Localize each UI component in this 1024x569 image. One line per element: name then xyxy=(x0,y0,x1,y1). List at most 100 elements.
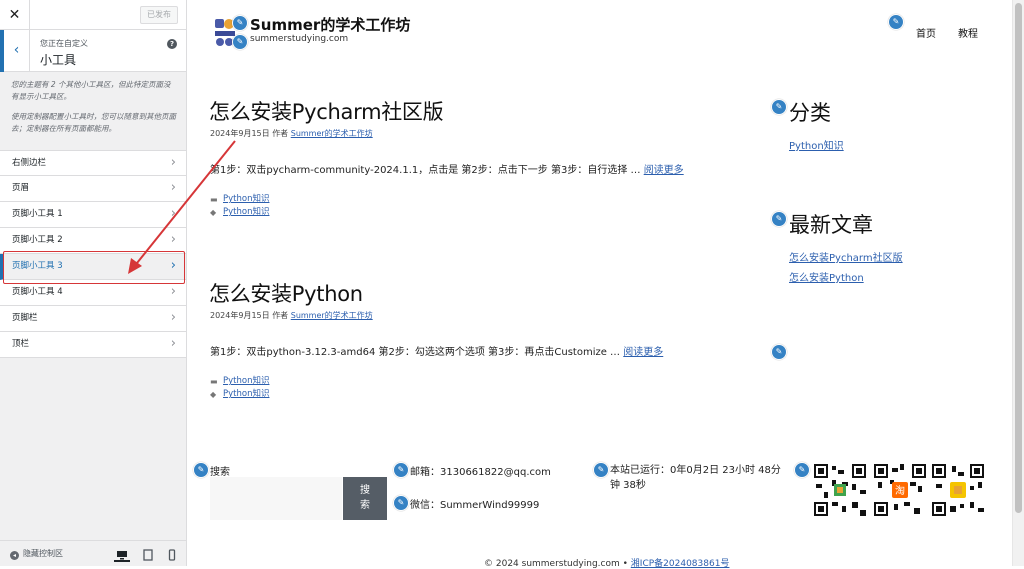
edit-shortcut-icon[interactable]: ✎ xyxy=(232,34,248,50)
edit-shortcut-icon[interactable]: ✎ xyxy=(593,462,609,478)
site-description: summerstudying.com xyxy=(250,34,349,44)
widget-area-label: 页脚小工具 1 xyxy=(12,209,63,219)
byline-label: 作者 xyxy=(272,311,289,320)
read-more-link[interactable]: 阅读更多 xyxy=(623,347,663,358)
preview-scrollbar[interactable] xyxy=(1012,0,1024,566)
widgets-description: 您的主题有 2 个其他小工具区，但此特定页面没有显示小工具区。 使用定制器配置小… xyxy=(0,72,186,134)
copyright: © 2024 summerstudying.com • 湘ICP备2024083… xyxy=(484,556,729,569)
customizer-footer: ◂ 隐藏控制区 xyxy=(0,540,186,566)
category-link[interactable]: Python知识 xyxy=(223,194,269,204)
site-title[interactable]: Summer的学术工作坊 xyxy=(250,14,410,35)
post-meta: 2024年9月15日 作者 Summer的学术工作坊 xyxy=(210,128,373,139)
taobao-qr-code: 淘 xyxy=(872,462,928,518)
site-uptime: 本站已运行：0年0月2日 23小时 48分钟 38秒 xyxy=(610,465,781,491)
customizer-panel: ✕ 已发布 ‹ 您正在自定义 小工具 ? 您的主题有 2 个其他小工具区，但此特… xyxy=(0,0,187,566)
widget-area-footer-bar[interactable]: 页脚栏 › xyxy=(0,306,186,332)
widget-area-header[interactable]: 页眉 › xyxy=(0,176,186,202)
category-link[interactable]: Python知识 xyxy=(223,376,269,386)
edit-shortcut-icon[interactable]: ✎ xyxy=(771,344,787,360)
site-preview: ✎ ✎ Summer的学术工作坊 summerstudying.com ✎ 首页… xyxy=(187,0,1024,569)
edit-shortcut-icon[interactable]: ✎ xyxy=(888,14,904,30)
search-button-label: 搜索 xyxy=(360,485,370,511)
edit-shortcut-icon[interactable]: ✎ xyxy=(393,495,409,511)
byline-label: 作者 xyxy=(272,129,289,138)
folder-icon: ▬ xyxy=(210,195,218,204)
scrollbar-thumb[interactable] xyxy=(1015,3,1022,513)
wechat-text: 微信：SummerWind99999 xyxy=(410,500,540,511)
post-taxonomy: ▬ Python知识 ◆ Python知识 xyxy=(210,193,269,219)
read-more-link[interactable]: 阅读更多 xyxy=(644,165,684,176)
post-date[interactable]: 2024年9月15日 xyxy=(210,311,270,320)
post-meta: 2024年9月15日 作者 Summer的学术工作坊 xyxy=(210,310,373,321)
recent-post-link[interactable]: 怎么安装Pycharm社区版 xyxy=(789,249,903,264)
nav-item-home[interactable]: 首页 xyxy=(916,25,936,40)
close-icon[interactable]: ✕ xyxy=(0,0,30,30)
collapse-icon: ◂ xyxy=(10,551,19,560)
recent-post-link[interactable]: 怎么安装Python xyxy=(789,269,864,284)
svg-text:淘: 淘 xyxy=(895,484,905,497)
widget-area-label: 页脚小工具 2 xyxy=(12,235,63,245)
search-input[interactable] xyxy=(210,477,342,520)
widget-area-label: 页眉 xyxy=(12,183,30,193)
copyright-text: © 2024 summerstudying.com • xyxy=(484,559,628,569)
highlight-annotation-box xyxy=(3,251,185,284)
chevron-right-icon: › xyxy=(170,155,176,170)
recent-posts-widget-title: 最新文章 xyxy=(789,213,873,237)
widget-area-label: 顶栏 xyxy=(12,339,30,349)
edit-shortcut-icon[interactable]: ✎ xyxy=(794,462,810,478)
tag-icon: ◆ xyxy=(210,208,217,217)
description-paragraph: 使用定制器配置小工具时，您可以随意到其他页面去；定制器在所有页面都能用。 xyxy=(11,112,176,133)
widget-area-label: 页脚栏 xyxy=(12,313,38,323)
tag-icon: ◆ xyxy=(210,390,217,399)
help-icon[interactable]: ? xyxy=(167,39,177,49)
chevron-right-icon: › xyxy=(170,180,176,195)
edit-shortcut-icon[interactable]: ✎ xyxy=(232,15,248,31)
desktop-icon[interactable] xyxy=(114,546,130,562)
section-header: ‹ 您正在自定义 小工具 ? xyxy=(0,30,186,72)
chevron-right-icon: › xyxy=(170,206,176,221)
post-excerpt: 第1步：双击python-3.12.3-amd64 第2步：勾选这两个选项 第3… xyxy=(210,343,663,358)
excerpt-text: 第1步：双击python-3.12.3-amd64 第2步：勾选这两个选项 第3… xyxy=(210,347,621,358)
mini-program-qr-code xyxy=(930,462,986,518)
widget-area-label: 页脚小工具 4 xyxy=(12,287,63,297)
hide-controls-button[interactable]: ◂ 隐藏控制区 xyxy=(10,548,63,560)
post-taxonomy: ▬ Python知识 ◆ Python知识 xyxy=(210,375,269,401)
section-title: 小工具 xyxy=(40,53,77,67)
excerpt-text: 第1步：双击pycharm-community-2024.1.1，点击是 第2步… xyxy=(210,165,641,176)
widget-area-label: 右侧边栏 xyxy=(12,158,47,168)
email-text: 邮箱：3130661822@qq.com xyxy=(410,467,551,478)
widget-area-top-bar[interactable]: 顶栏 › xyxy=(0,332,186,358)
tablet-icon[interactable] xyxy=(140,546,156,562)
edit-shortcut-icon[interactable]: ✎ xyxy=(771,211,787,227)
post-author-link[interactable]: Summer的学术工作坊 xyxy=(291,311,373,320)
publish-button[interactable]: 已发布 xyxy=(140,6,178,24)
wechat-qr-code xyxy=(812,462,868,518)
chevron-right-icon: › xyxy=(170,336,176,351)
customizer-header-actions: ✕ 已发布 xyxy=(0,0,186,30)
icp-link[interactable]: 湘ICP备2024083861号 xyxy=(631,559,730,569)
tag-link[interactable]: Python知识 xyxy=(223,389,269,399)
post-author-link[interactable]: Summer的学术工作坊 xyxy=(291,129,373,138)
edit-shortcut-icon[interactable]: ✎ xyxy=(393,462,409,478)
edit-shortcut-icon[interactable]: ✎ xyxy=(193,462,209,478)
chevron-right-icon: › xyxy=(170,310,176,325)
nav-item-tutorial[interactable]: 教程 xyxy=(958,25,978,40)
categories-widget-title: 分类 xyxy=(789,101,831,125)
customizing-label: 您正在自定义 xyxy=(40,39,88,48)
back-button[interactable]: ‹ xyxy=(0,30,30,72)
mobile-icon[interactable] xyxy=(164,546,180,562)
folder-icon: ▬ xyxy=(210,377,218,386)
category-link[interactable]: Python知识 xyxy=(789,137,844,152)
search-label: 搜索 xyxy=(210,467,230,478)
chevron-right-icon: › xyxy=(170,232,176,247)
tag-link[interactable]: Python知识 xyxy=(223,207,269,217)
search-button[interactable]: 搜索 xyxy=(343,477,387,520)
widget-area-right-sidebar[interactable]: 右侧边栏 › xyxy=(0,150,186,176)
hide-controls-label: 隐藏控制区 xyxy=(23,549,63,558)
post-title[interactable]: 怎么安装Pycharm社区版 xyxy=(209,96,444,126)
post-date[interactable]: 2024年9月15日 xyxy=(210,129,270,138)
post-title[interactable]: 怎么安装Python xyxy=(209,278,363,308)
edit-shortcut-icon[interactable]: ✎ xyxy=(771,99,787,115)
widget-area-footer-1[interactable]: 页脚小工具 1 › xyxy=(0,202,186,228)
post-excerpt: 第1步：双击pycharm-community-2024.1.1，点击是 第2步… xyxy=(210,161,684,176)
